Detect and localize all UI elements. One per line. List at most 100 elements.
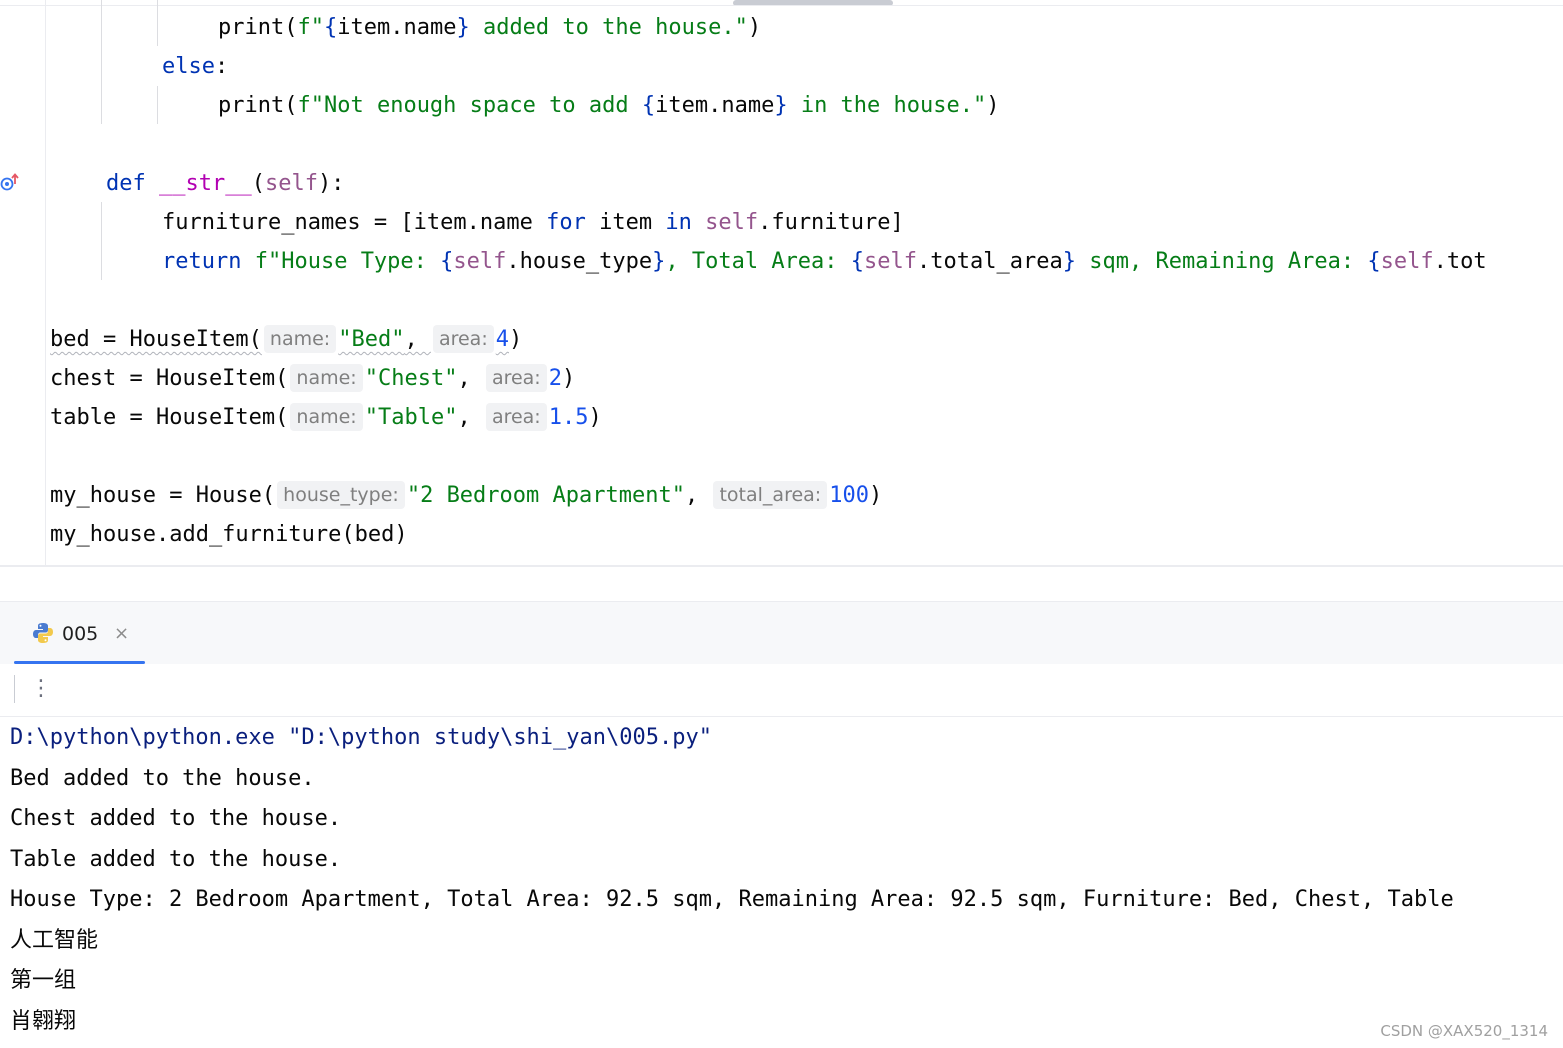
code-token: my_house = House( bbox=[50, 483, 276, 508]
console-output-line: Table added to the house. bbox=[10, 847, 342, 872]
code-token: } bbox=[456, 15, 470, 40]
code-token: 4 bbox=[495, 327, 509, 352]
code-token: "2 Bedroom Apartment" bbox=[406, 483, 685, 508]
console-output[interactable]: D:\python\python.exe "D:\python study\sh… bbox=[0, 717, 1563, 1048]
code-token: self bbox=[864, 249, 918, 274]
code-line[interactable]: bed = HouseItem(name: "Bed", area: 4) bbox=[50, 324, 522, 356]
parameter-hint: house_type: bbox=[277, 481, 405, 509]
parameter-hint: area: bbox=[485, 364, 547, 392]
toolbar-divider bbox=[14, 675, 15, 703]
code-token: ) bbox=[868, 483, 883, 508]
parameter-hint: total_area: bbox=[713, 481, 828, 509]
code-token: my_house.add_furniture(bed) bbox=[50, 522, 408, 547]
code-token: return bbox=[162, 249, 242, 274]
code-token: { bbox=[323, 15, 338, 40]
code-line[interactable]: chest = HouseItem(name: "Chest", area: 2) bbox=[50, 363, 575, 395]
code-token: "Chest" bbox=[364, 366, 458, 391]
code-token: item.name bbox=[655, 93, 775, 118]
code-token: ) bbox=[561, 366, 576, 391]
code-token: ): bbox=[317, 171, 345, 196]
code-token: self bbox=[705, 210, 759, 235]
console-output-line: 肖翱翔 bbox=[10, 1009, 77, 1034]
watermark: CSDN @XAX520_1314 bbox=[1380, 1022, 1548, 1040]
python-icon bbox=[33, 623, 53, 643]
code-editor[interactable]: print(f"{item.name} added to the house."… bbox=[0, 0, 1563, 565]
code-token: : bbox=[214, 54, 229, 79]
code-token: sqm, Remaining Area: bbox=[1075, 249, 1368, 274]
indent-guide bbox=[157, 86, 158, 124]
code-token: , bbox=[684, 483, 712, 508]
code-token: print bbox=[218, 15, 285, 40]
parameter-hint: area: bbox=[485, 403, 547, 431]
parameter-hint: name: bbox=[263, 325, 337, 353]
code-token: ) bbox=[986, 93, 1000, 118]
code-token: bed = HouseItem( bbox=[50, 327, 262, 352]
code-token: added to the house." bbox=[469, 15, 748, 40]
code-line[interactable]: table = HouseItem(name: "Table", area: 1.5… bbox=[50, 402, 602, 434]
code-token: } bbox=[774, 93, 788, 118]
more-options-icon[interactable]: ⋮ bbox=[30, 674, 52, 704]
code-token: self bbox=[453, 249, 507, 274]
code-line[interactable]: furniture_names = [item.name for item in… bbox=[162, 207, 904, 239]
code-token: ) bbox=[747, 15, 762, 40]
code-token: 2 bbox=[548, 366, 562, 391]
code-line[interactable]: my_house.add_furniture(bed) bbox=[50, 519, 408, 551]
panel-gap bbox=[0, 567, 1563, 601]
run-tab-005[interactable]: 005 × bbox=[14, 606, 145, 664]
code-token: } bbox=[1062, 249, 1076, 274]
code-line[interactable]: my_house = House(house_type: "2 Bedroom A… bbox=[50, 480, 882, 512]
code-token: print bbox=[218, 93, 285, 118]
code-line[interactable]: else: bbox=[162, 51, 228, 83]
code-token: { bbox=[440, 249, 454, 274]
override-method-icon[interactable] bbox=[0, 172, 22, 194]
code-token: self bbox=[264, 171, 318, 196]
code-token: ( bbox=[251, 171, 265, 196]
code-token: item.name bbox=[337, 15, 457, 40]
code-token: f"House Type: bbox=[241, 249, 441, 274]
code-line[interactable]: print(f"{item.name} added to the house."… bbox=[218, 12, 761, 44]
console-command-line: D:\python\python.exe "D:\python study\sh… bbox=[10, 725, 712, 750]
parameter-hint: name: bbox=[290, 403, 363, 431]
code-token: , bbox=[457, 366, 484, 391]
code-token: .total_area bbox=[917, 249, 1063, 274]
console-output-line: Bed added to the house. bbox=[10, 766, 315, 791]
code-token: "Bed" bbox=[338, 327, 405, 352]
editor-top-border bbox=[0, 5, 1563, 6]
code-line[interactable]: def __str__(self): bbox=[106, 168, 344, 200]
code-token: "Table" bbox=[364, 405, 458, 430]
console-output-line: 人工智能 bbox=[10, 928, 99, 953]
gutter-divider bbox=[45, 0, 46, 565]
indent-guide bbox=[157, 0, 158, 46]
code-token: in the house." bbox=[787, 93, 987, 118]
code-token: .tot bbox=[1433, 249, 1487, 274]
code-token: table = HouseItem( bbox=[50, 405, 289, 430]
code-token: __str__ bbox=[158, 171, 252, 196]
code-token: f"Not enough space to add bbox=[297, 93, 642, 118]
code-token: chest = HouseItem( bbox=[50, 366, 289, 391]
code-token: .furniture] bbox=[758, 210, 904, 235]
code-line[interactable]: print(f"Not enough space to add {item.na… bbox=[218, 90, 1000, 122]
parameter-hint: name: bbox=[290, 364, 363, 392]
code-token: def bbox=[106, 171, 159, 196]
code-token: 100 bbox=[829, 483, 869, 508]
close-icon[interactable]: × bbox=[114, 620, 129, 648]
code-token: , bbox=[404, 327, 431, 352]
indent-guide bbox=[101, 0, 102, 124]
parameter-hint: area: bbox=[432, 325, 494, 353]
code-token: else bbox=[162, 54, 215, 79]
indent-guide bbox=[101, 202, 102, 280]
code-token: , bbox=[457, 405, 484, 430]
code-token: ) bbox=[588, 405, 602, 430]
console-output-line: 第一组 bbox=[10, 968, 77, 993]
code-token: } bbox=[652, 249, 666, 274]
code-token: 1.5 bbox=[548, 405, 589, 430]
run-tab-label: 005 bbox=[62, 623, 99, 645]
code-token: ) bbox=[508, 327, 523, 352]
code-token: .house_type bbox=[506, 249, 653, 274]
code-token: in bbox=[665, 210, 692, 235]
code-token: { bbox=[850, 249, 865, 274]
code-token: { bbox=[1367, 249, 1381, 274]
code-token: f" bbox=[297, 15, 324, 40]
code-line[interactable]: return f"House Type: {self.house_type}, … bbox=[162, 246, 1487, 278]
